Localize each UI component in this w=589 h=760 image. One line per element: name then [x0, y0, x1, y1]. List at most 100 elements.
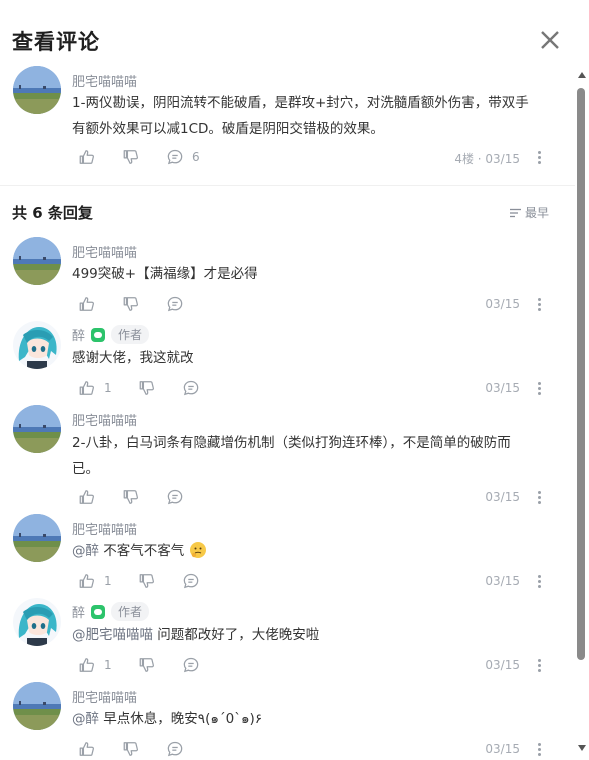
author-name: 醉	[72, 329, 86, 344]
comment-icon	[182, 656, 200, 674]
floor-time: 4楼 · 03/15	[454, 152, 520, 166]
comment-author[interactable]: 肥宅喵喵喵	[72, 242, 137, 261]
dislike-button[interactable]	[138, 572, 156, 590]
sort-icon	[510, 208, 521, 217]
comment-author[interactable]: 肥宅喵喵喵	[72, 687, 137, 706]
sort-button[interactable]: 最早	[510, 204, 549, 221]
avatar[interactable]	[13, 405, 61, 453]
like-button[interactable]	[78, 295, 104, 313]
author-tag: 作者	[111, 602, 150, 621]
comment-actions: 1 03/15	[72, 656, 552, 676]
thinking-emoji-icon	[189, 542, 206, 558]
like-count: 1	[104, 574, 112, 588]
dislike-button[interactable]	[138, 379, 156, 397]
like-button[interactable]	[78, 488, 104, 506]
avatar[interactable]	[13, 237, 61, 285]
thumbs-down-icon	[122, 740, 140, 758]
dislike-button[interactable]	[122, 148, 140, 166]
dislike-button[interactable]	[138, 656, 156, 674]
author-name: 肥宅喵喵喵	[72, 691, 138, 706]
mention-link[interactable]: @肥宅喵喵喵	[72, 627, 153, 643]
dislike-button[interactable]	[122, 740, 140, 758]
comment-text: 1-两仪勘误，阴阳流转不能破盾，是群攻+封穴，对洗髓盾额外伤害，带双手 有额外效…	[72, 90, 552, 142]
comment-actions: 03/15	[72, 488, 552, 508]
mention-link[interactable]: @醉	[72, 543, 99, 559]
comment-text: @肥宅喵喵喵 问题都改好了，大佬晚安啦	[72, 627, 320, 643]
divider	[0, 185, 575, 186]
comment-author[interactable]: 肥宅喵喵喵	[72, 519, 137, 538]
scroll-thumb[interactable]	[577, 88, 585, 660]
avatar[interactable]	[13, 66, 61, 114]
comment-actions: 03/15	[72, 740, 552, 760]
comment-actions: 1 03/15	[72, 379, 552, 399]
like-button[interactable]: 1	[78, 656, 112, 674]
author-name: 肥宅喵喵喵	[72, 414, 138, 429]
reply-button[interactable]	[166, 295, 184, 313]
reply-button[interactable]	[182, 656, 200, 674]
author-name: 肥宅喵喵喵	[72, 246, 138, 261]
reply-time: 03/15	[485, 297, 520, 311]
author-name: 醉	[72, 606, 86, 621]
more-icon[interactable]	[538, 489, 542, 505]
comment-author[interactable]: 醉 作者	[72, 602, 150, 621]
replies-header: 共 6 条回复	[12, 204, 93, 222]
comment-icon	[166, 488, 184, 506]
comment-dialog: 查看评论 肥宅喵喵喵 1-两仪勘误，阴阳流转不能破盾，是群攻+封穴，对洗髓盾额外…	[0, 0, 589, 756]
reply-button[interactable]	[182, 572, 200, 590]
comment-author[interactable]: 醉 作者	[72, 325, 150, 344]
avatar[interactable]	[13, 514, 61, 562]
like-button[interactable]: 1	[78, 572, 112, 590]
more-icon[interactable]	[538, 149, 542, 165]
dislike-button[interactable]	[122, 295, 140, 313]
thumbs-down-icon	[138, 572, 156, 590]
thumbs-up-icon	[78, 572, 96, 590]
reply-button[interactable]: 6	[166, 148, 200, 166]
like-button[interactable]	[78, 740, 104, 758]
thumbs-down-icon	[122, 148, 140, 166]
comment-text: @醉 不客气不客气	[72, 538, 552, 564]
comment-actions: 6 4楼 · 03/15	[72, 148, 552, 168]
thumbs-down-icon	[138, 656, 156, 674]
reply-time: 03/15	[485, 574, 520, 588]
reply-time: 03/15	[485, 490, 520, 504]
sort-label: 最早	[525, 206, 550, 220]
gamepad-icon	[91, 327, 106, 342]
comment-icon	[182, 572, 200, 590]
thumbs-up-icon	[78, 656, 96, 674]
reply-button[interactable]	[166, 488, 184, 506]
comment-text: 2-八卦，白马词条有隐藏增伤机制（类似打狗连环棒），不是简单的破防而 已。	[72, 435, 511, 477]
comment-text-line: 1-两仪勘误，阴阳流转不能破盾，是群攻+封穴，对洗髓盾额外伤害，带双手	[72, 95, 529, 111]
dislike-button[interactable]	[122, 488, 140, 506]
avatar[interactable]	[13, 598, 61, 646]
comment-author[interactable]: 肥宅喵喵喵	[72, 410, 137, 429]
like-button[interactable]	[78, 148, 96, 166]
comment-text: 感谢大佬，我这就改	[72, 350, 194, 366]
author-name: 肥宅喵喵喵	[72, 75, 138, 90]
reply-button[interactable]	[166, 740, 184, 758]
scroll-up-arrow-icon[interactable]	[578, 72, 586, 78]
author-name: 肥宅喵喵喵	[72, 523, 138, 538]
close-icon[interactable]	[538, 28, 562, 52]
like-button[interactable]: 1	[78, 379, 112, 397]
reply-count: 6	[192, 150, 200, 164]
thumbs-down-icon	[122, 488, 140, 506]
comment-text: 499突破+【满福缘】才是必得	[72, 266, 258, 282]
dialog-title: 查看评论	[12, 30, 100, 54]
more-icon[interactable]	[538, 380, 542, 396]
more-icon[interactable]	[538, 296, 542, 312]
more-icon[interactable]	[538, 657, 542, 673]
thumbs-up-icon	[78, 488, 96, 506]
author-tag: 作者	[111, 325, 150, 344]
avatar[interactable]	[13, 682, 61, 730]
scrollbar[interactable]	[575, 66, 589, 753]
mention-link[interactable]: @醉	[72, 711, 99, 727]
more-icon[interactable]	[538, 741, 542, 757]
like-count: 1	[104, 658, 112, 672]
more-icon[interactable]	[538, 573, 542, 589]
comment-icon	[166, 148, 184, 166]
scroll-down-arrow-icon[interactable]	[578, 745, 586, 751]
avatar[interactable]	[13, 321, 61, 369]
reply-button[interactable]	[182, 379, 200, 397]
comment-author[interactable]: 肥宅喵喵喵	[72, 71, 137, 90]
comment-icon	[166, 295, 184, 313]
